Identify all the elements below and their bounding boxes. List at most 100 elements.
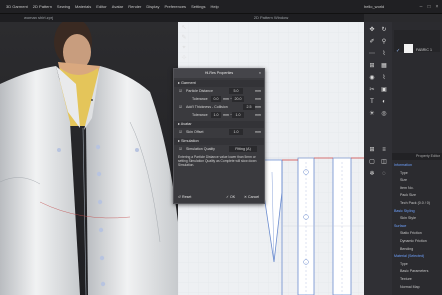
tool-freeze-icon[interactable]: ❄ (368, 170, 376, 178)
minimize-icon[interactable]: – (418, 4, 424, 10)
tool-hide-icon[interactable]: ◌ (380, 170, 388, 178)
tool-measure-icon[interactable]: ⊞ (368, 62, 376, 70)
checkbox-thickness[interactable]: ☑ (179, 103, 182, 111)
tool-sew-icon[interactable]: ⋯ (368, 50, 376, 58)
skin-offset-unit: mm (255, 130, 261, 134)
tool-fold-icon[interactable]: ⌇ (380, 50, 388, 58)
menu-avatar[interactable]: Avatar (112, 0, 124, 14)
menu-settings[interactable]: Settings (191, 0, 205, 14)
addl-thickness-unit: mm (255, 105, 261, 109)
particle-distance-label: Particle Distance (186, 89, 213, 93)
property-row[interactable]: Normal Map (392, 284, 420, 291)
menu-3d-garment[interactable]: 3D Garment (6, 0, 28, 14)
tool-move-icon[interactable]: ✥ (368, 26, 376, 34)
checkmark-icon: ✓ (396, 48, 401, 54)
property-row[interactable]: Skin Style (392, 215, 416, 222)
property-row[interactable]: Texture (392, 276, 412, 283)
particle-distance-input[interactable]: 5.0 (229, 88, 243, 94)
menu-render[interactable]: Render (128, 0, 141, 14)
tolerance-max-input[interactable]: 20.0 (232, 96, 244, 102)
tool-light-icon[interactable]: ☀ (368, 110, 376, 118)
menu-display[interactable]: Display (146, 0, 159, 14)
tool-brush-icon[interactable]: ✐ (368, 38, 376, 46)
close-icon[interactable]: × (434, 4, 440, 10)
property-row[interactable]: Material (Selected) (392, 253, 424, 260)
tool-lock-icon[interactable]: ▢ (368, 158, 376, 166)
select-tool-icon[interactable]: ↖ (180, 24, 188, 32)
property-row[interactable]: Type (392, 261, 408, 268)
section-avatar-label: Avatar (180, 122, 192, 126)
section-garment[interactable]: ▸ Garment (174, 80, 264, 87)
addl-thickness-row: ☑ Add'l Thickness - Collision 2.5 mm (174, 103, 264, 111)
tool-zip-icon[interactable]: ⌇ (380, 74, 388, 82)
tool-rotate-icon[interactable]: ↻ (380, 26, 388, 34)
tool-grid-icon[interactable]: ⊞ (368, 146, 376, 154)
property-row[interactable]: Surface (392, 223, 406, 230)
tolerance-unit: mm (255, 97, 261, 101)
sim-quality-row: ☑ Simulation Quality Fitting (A) (174, 145, 264, 153)
tool-graphic-icon[interactable]: ▣ (380, 86, 388, 94)
ok-button[interactable]: ✓ OK (224, 194, 237, 201)
fabric-swatch[interactable] (404, 44, 413, 53)
menu-editor[interactable]: Editor (96, 0, 106, 14)
property-row[interactable]: Item No. (392, 185, 414, 192)
close-icon[interactable]: × (259, 69, 261, 78)
menu-materials[interactable]: Materials (75, 0, 91, 14)
skin-offset-input[interactable]: 1.0 (229, 129, 243, 135)
dialog-footer: ↺ Reset ✓ OK ✕ Cancel (174, 194, 264, 201)
fabric-name[interactable]: FABRIC 1 (416, 48, 432, 52)
property-row[interactable]: Dynamic Friction (392, 238, 427, 245)
maximize-icon[interactable]: □ (426, 4, 432, 10)
property-row[interactable]: Information (392, 162, 412, 169)
menu-help[interactable]: Help (211, 0, 219, 14)
menu-2d-pattern[interactable]: 2D Pattern (33, 0, 52, 14)
property-row[interactable]: Static Friction (392, 230, 422, 237)
property-row[interactable]: Basic Styling (392, 208, 415, 215)
view2d-tab-bar: 2D Pattern Window (178, 14, 364, 22)
segment-icon[interactable]: ⊹ (180, 54, 188, 62)
addl-thickness-input[interactable]: 2.5 (243, 104, 255, 110)
menu-sewing[interactable]: Sewing (57, 0, 70, 14)
particle-distance-unit: mm (255, 89, 261, 93)
tool-camera-icon[interactable]: ◎ (380, 110, 388, 118)
checkbox-particle[interactable]: ☑ (179, 87, 182, 95)
avatar-render (0, 22, 178, 295)
tool-pin-icon[interactable]: ⚲ (380, 38, 388, 46)
checkbox-sim-quality[interactable]: ☑ (179, 145, 182, 153)
tool-render-icon[interactable]: ◐ (380, 98, 388, 106)
dialog-title: Hi-Res Properties (204, 71, 234, 75)
property-row[interactable]: Size (392, 177, 407, 184)
transform-icon[interactable]: ⌖ (180, 44, 188, 52)
property-row[interactable]: Tech Pack (0.0 / 0) (392, 200, 430, 207)
tolerance2-min-input[interactable]: 1.0 (211, 112, 221, 118)
tool-fabric-icon[interactable]: ▦ (380, 62, 388, 70)
tool-trim-icon[interactable]: ✂ (368, 86, 376, 94)
reset-button[interactable]: ↺ Reset (176, 194, 193, 201)
sim-quality-select[interactable]: Fitting (A) (229, 146, 257, 152)
tolerance-min-input[interactable]: 0.0 (211, 96, 221, 102)
viewport-3d[interactable] (0, 22, 178, 295)
account-name[interactable]: hello_world (364, 0, 384, 14)
property-row[interactable]: Bending (392, 246, 413, 253)
section-simulation-label: Simulation (180, 139, 199, 143)
dialog-title-bar[interactable]: Hi-Res Properties × (174, 69, 264, 78)
cancel-button[interactable]: ✕ Cancel (242, 194, 261, 201)
section-avatar[interactable]: ▸ Avatar (174, 121, 264, 128)
property-row[interactable]: Basic Parameters (392, 268, 428, 275)
reset-label: Reset (182, 195, 192, 199)
property-row[interactable]: Pack Size (392, 192, 416, 199)
property-editor-title: Property Editor (392, 153, 442, 160)
section-simulation[interactable]: ▸ Simulation (174, 138, 264, 145)
menu-preferences[interactable]: Preferences (164, 0, 186, 14)
tool-view-icon[interactable]: ◫ (380, 158, 388, 166)
tolerance2-unit: mm (255, 113, 261, 117)
edit-pattern-icon[interactable]: ✎ (180, 34, 188, 42)
tolerance2-max-input[interactable]: 1.0 (232, 112, 244, 118)
property-row[interactable]: Type (392, 170, 408, 177)
cancel-label: Cancel (248, 195, 260, 199)
tool-sidebar: ✥ ↻ ✐ ⚲ ⋯ ⌇ ⊞ ▦ ◉ ⌇ ✂ ▣ T ◐ ☀ ◎ ⊞ ≡ ▢ ◫ … (364, 22, 392, 295)
tool-layers-icon[interactable]: ≡ (380, 146, 388, 154)
tool-text-icon[interactable]: T (368, 98, 376, 106)
tool-button-icon[interactable]: ◉ (368, 74, 376, 82)
checkbox-skin[interactable]: ☑ (179, 128, 182, 136)
